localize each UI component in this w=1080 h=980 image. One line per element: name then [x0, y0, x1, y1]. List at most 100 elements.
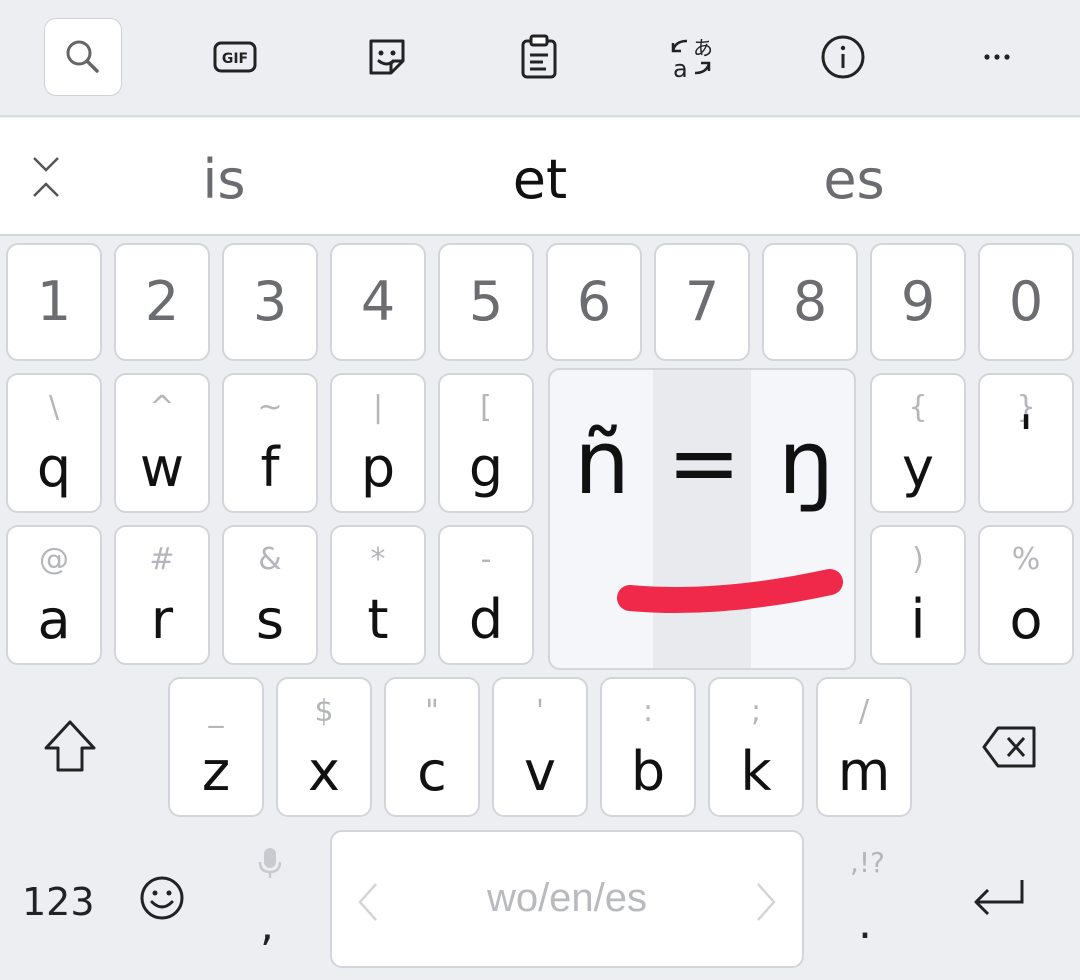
key-label: 1 — [36, 270, 72, 333]
key-apostrophe[interactable]: } ' — [978, 373, 1074, 513]
key-c[interactable]: " c — [384, 677, 480, 817]
svg-text:GIF: GIF — [222, 51, 248, 67]
key-label: 3 — [252, 270, 288, 333]
key-hint: " — [425, 694, 439, 729]
key-hint: ) — [912, 542, 924, 577]
key-g[interactable]: [ g — [438, 373, 534, 513]
chevron-right-icon — [757, 883, 776, 921]
key-q[interactable]: \ q — [6, 373, 102, 513]
sticker-icon — [369, 39, 405, 75]
key-6[interactable]: 6 — [546, 243, 642, 361]
key-label: 9 — [900, 270, 936, 333]
enter-key[interactable] — [970, 876, 1028, 926]
microphone-icon — [258, 848, 282, 878]
key-v[interactable]: ' v — [492, 677, 588, 817]
key-a[interactable]: @ a — [6, 525, 102, 665]
key-label: s — [255, 588, 285, 651]
key-label: m — [837, 740, 891, 803]
backspace-key[interactable] — [980, 724, 1040, 774]
key-hint: { — [908, 390, 928, 425]
space-key[interactable]: wo/en/es — [330, 830, 804, 968]
key-t[interactable]: * t — [330, 525, 426, 665]
key-label: w — [139, 436, 185, 499]
clipboard-button[interactable] — [500, 18, 578, 96]
clipboard-icon — [521, 34, 557, 79]
key-4[interactable]: 4 — [330, 243, 426, 361]
key-label: t — [367, 588, 389, 651]
key-8[interactable]: 8 — [762, 243, 858, 361]
key-y[interactable]: { y — [870, 373, 966, 513]
key-0[interactable]: 0 — [978, 243, 1074, 361]
key-2[interactable]: 2 — [114, 243, 210, 361]
gif-button[interactable]: GIF — [196, 18, 274, 96]
svg-text:あ: あ — [693, 36, 713, 60]
key-hint: & — [258, 542, 282, 577]
key-label: 0 — [1008, 270, 1044, 333]
key-label: 6 — [576, 270, 612, 333]
key-hint: / — [858, 694, 870, 729]
key-d[interactable]: - d — [438, 525, 534, 665]
suggestion-left[interactable]: is — [104, 148, 344, 211]
key-label: q — [36, 436, 72, 499]
key-p[interactable]: | p — [330, 373, 426, 513]
info-icon — [821, 35, 865, 79]
key-9[interactable]: 9 — [870, 243, 966, 361]
key-hint: % — [1011, 542, 1041, 577]
suggestion-bar: is et es — [0, 118, 1080, 236]
key-o[interactable]: % o — [978, 525, 1074, 665]
more-button[interactable] — [958, 18, 1036, 96]
period-key[interactable]: ,!? . — [846, 846, 890, 956]
collapse-icon[interactable] — [26, 154, 66, 200]
key-label: 8 — [792, 270, 828, 333]
info-button[interactable] — [804, 18, 882, 96]
key-hint: \ — [48, 390, 60, 425]
translate-button[interactable]: a あ — [652, 18, 730, 96]
shift-icon — [44, 720, 96, 772]
enter-icon — [974, 880, 1024, 916]
key-label: f — [260, 436, 280, 499]
key-hint: @ — [39, 542, 69, 577]
key-hint: _ — [208, 694, 224, 729]
key-hint: [ — [480, 390, 492, 425]
key-label: p — [360, 436, 396, 499]
key-i[interactable]: ) i — [870, 525, 966, 665]
key-5[interactable]: 5 — [438, 243, 534, 361]
key-z[interactable]: _ z — [168, 677, 264, 817]
key-label: i — [910, 588, 926, 651]
key-hint: $ — [314, 694, 334, 729]
keyboard-toolbar: GIF a あ — [0, 0, 1080, 117]
key-k[interactable]: ; k — [708, 677, 804, 817]
suggestion-right[interactable]: es — [734, 148, 974, 211]
key-s[interactable]: & s — [222, 525, 318, 665]
more-icon — [984, 54, 1010, 60]
key-r[interactable]: # r — [114, 525, 210, 665]
suggestion-center[interactable]: et — [420, 148, 660, 211]
key-hint: ; — [750, 694, 762, 729]
comma-key[interactable]: , — [256, 846, 286, 956]
key-x[interactable]: $ x — [276, 677, 372, 817]
accent-popup: ñ = ŋ — [548, 368, 856, 670]
key-f[interactable]: ~ f — [222, 373, 318, 513]
emoji-key[interactable] — [138, 874, 186, 926]
key-label: 4 — [360, 270, 396, 333]
search-icon — [66, 40, 99, 73]
key-b[interactable]: : b — [600, 677, 696, 817]
key-w[interactable]: ^ w — [114, 373, 210, 513]
key-m[interactable]: / m — [816, 677, 912, 817]
key-hint: : — [642, 694, 654, 729]
key-hint: ~ — [257, 390, 283, 425]
key-label: c — [417, 740, 447, 803]
period-label: . — [858, 898, 872, 949]
shift-key[interactable] — [40, 716, 100, 780]
key-label: 7 — [684, 270, 720, 333]
key-3[interactable]: 3 — [222, 243, 318, 361]
translate-icon: a あ — [671, 36, 713, 83]
comma-label: , — [260, 900, 274, 951]
key-1[interactable]: 1 — [6, 243, 102, 361]
numbers-switch-key[interactable]: 123 — [22, 880, 95, 924]
key-label: b — [630, 740, 666, 803]
sticker-button[interactable] — [348, 18, 426, 96]
search-button[interactable] — [44, 18, 122, 96]
key-label: 2 — [144, 270, 180, 333]
key-7[interactable]: 7 — [654, 243, 750, 361]
